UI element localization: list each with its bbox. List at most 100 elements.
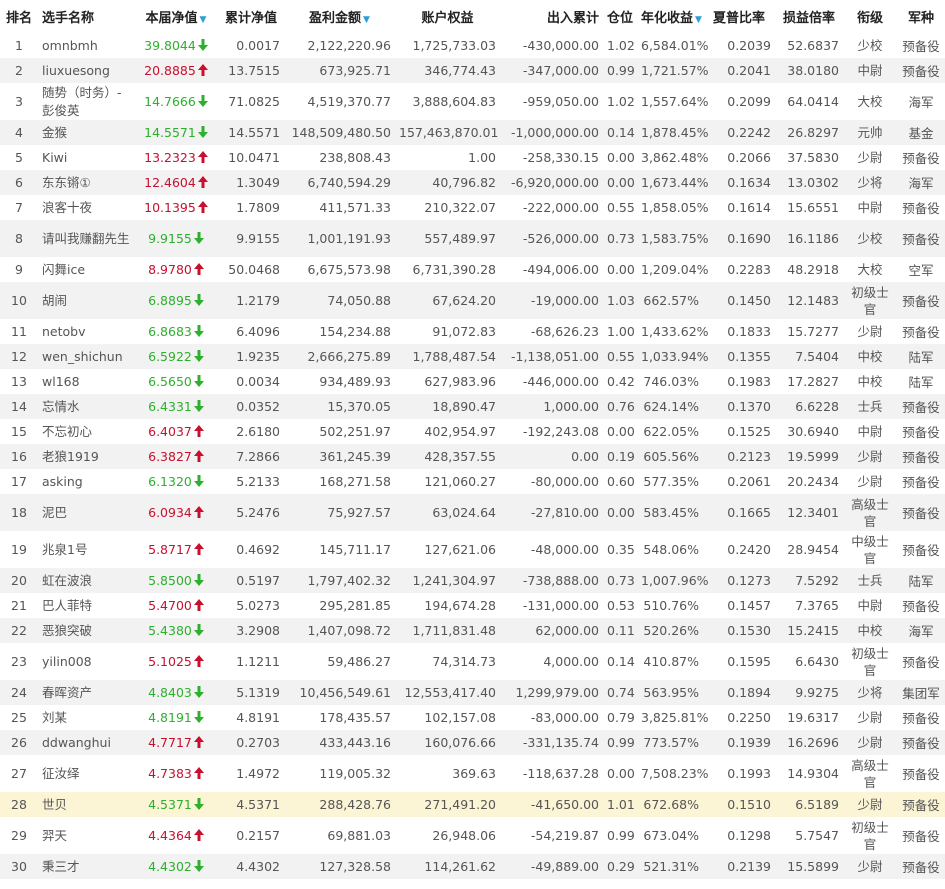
- cell-player-name[interactable]: 忘情水: [38, 394, 134, 419]
- table-row[interactable]: 21 巴人菲特 5.4700 5.0273 295,281.85 194,674.28 -1…: [0, 593, 945, 618]
- cell-player-name[interactable]: 秉三才: [38, 854, 134, 879]
- table-row[interactable]: 10 胡闹 6.8895 1.2179 74,050.88 67,624.20 -19,00…: [0, 282, 945, 319]
- table-row[interactable]: 11 netobv 6.8683 6.4096 154,234.88 91,072.83 -…: [0, 319, 945, 344]
- cell-player-name[interactable]: netobv: [38, 319, 134, 344]
- cell-title: 中尉: [857, 200, 883, 215]
- table-row[interactable]: 22 恶狼突破 5.4380 3.2908 1,407,098.72 1,711,831.…: [0, 618, 945, 643]
- cell-player-name[interactable]: 巴人菲特: [38, 593, 134, 618]
- cell-player-name[interactable]: 世贝: [38, 792, 134, 817]
- cell-cum-nav: 7.2866: [218, 444, 284, 469]
- table-row[interactable]: 19 兆泉1号 5.8717 0.4692 145,711.17 127,621.06 -4…: [0, 531, 945, 568]
- cell-position: 0.74: [603, 680, 637, 705]
- cell-position: 0.76: [603, 394, 637, 419]
- cell-cum-nav: 5.1319: [218, 680, 284, 705]
- nav-value: 9.9155: [148, 231, 192, 246]
- header-equity[interactable]: 账户权益: [395, 0, 500, 33]
- cell-rank: 6: [0, 170, 38, 195]
- cell-player-name[interactable]: 金猴: [38, 120, 134, 145]
- header-sharpe[interactable]: 夏普比率: [703, 0, 775, 33]
- cell-player-name[interactable]: 随势（时务）-彭俊英: [38, 83, 134, 120]
- cell-player-name[interactable]: 泥巴: [38, 494, 134, 531]
- table-row[interactable]: 26 ddwanghui 4.7717 0.2703 433,443.16 160,076…: [0, 730, 945, 755]
- cell-branch: 预备役: [902, 475, 940, 490]
- table-row[interactable]: 29 羿天 4.4364 0.2157 69,881.03 26,948.06 -54,21…: [0, 817, 945, 854]
- table-row[interactable]: 5 Kiwi 13.2323 10.0471 238,808.43 1.00 -258,33…: [0, 145, 945, 170]
- cell-player-name[interactable]: 浪客十夜: [38, 195, 134, 220]
- cell-player-name[interactable]: 东东锵①: [38, 170, 134, 195]
- header-name[interactable]: 选手名称: [38, 0, 134, 33]
- cell-player-name[interactable]: liuxuesong: [38, 58, 134, 83]
- header-annual[interactable]: 年化收益 ▼: [637, 0, 703, 33]
- header-title[interactable]: 衔级: [843, 0, 897, 33]
- cell-player-name[interactable]: omnbmh: [38, 33, 134, 58]
- nav-value: 14.5571: [144, 125, 196, 140]
- table-row[interactable]: 28 世贝 4.5371 4.5371 288,428.76 271,491.20 -41,…: [0, 792, 945, 817]
- header-branch[interactable]: 军种: [897, 0, 945, 33]
- cell-annual: 7,508.23%: [641, 766, 709, 781]
- cell-player-name[interactable]: 羿天: [38, 817, 134, 854]
- table-row[interactable]: 3 随势（时务）-彭俊英 14.7666 71.0825 4,519,370.77 3,8…: [0, 83, 945, 120]
- header-nav[interactable]: 本届净值 ▼: [134, 0, 218, 33]
- header-position[interactable]: 仓位: [603, 0, 637, 33]
- table-row[interactable]: 24 春晖资产 4.8403 5.1319 10,456,549.61 12,553,41…: [0, 680, 945, 705]
- cell-annual: 563.95%: [637, 680, 703, 705]
- cell-player-name[interactable]: 征汝绎: [38, 755, 134, 792]
- cell-equity: 91,072.83: [432, 324, 496, 339]
- table-row[interactable]: 12 wen_shichun 6.5922 1.9235 2,666,275.89 1,7…: [0, 344, 945, 369]
- arrow-up-icon: [193, 736, 204, 748]
- cell-equity: 1,241,304.97: [395, 568, 500, 593]
- sort-down-icon[interactable]: ▼: [363, 15, 370, 25]
- cell-rank: 23: [11, 654, 27, 669]
- arrow-down-icon: [193, 624, 204, 636]
- cell-player-name[interactable]: 请叫我赚翻先生: [38, 220, 134, 257]
- table-row[interactable]: 14 忘情水 6.4331 0.0352 15,370.05 18,890.47 1,000…: [0, 394, 945, 419]
- header-rank[interactable]: 排名: [0, 0, 38, 33]
- table-row[interactable]: 25 刘某 4.8191 4.8191 178,435.57 102,157.08 -83,…: [0, 705, 945, 730]
- cell-player-name[interactable]: 春晖资产: [38, 680, 134, 705]
- header-profit[interactable]: 盈利金额 ▼: [284, 0, 395, 33]
- arrow-up-icon: [193, 506, 204, 518]
- header-cum-nav[interactable]: 累计净值: [218, 0, 284, 33]
- cell-player-name[interactable]: wl168: [38, 369, 134, 394]
- cell-player-name[interactable]: 刘某: [38, 705, 134, 730]
- table-row[interactable]: 7 浪客十夜 10.1395 1.7809 411,571.33 210,322.07 -2…: [0, 195, 945, 220]
- cell-player-name[interactable]: 老狼1919: [38, 444, 134, 469]
- cell-nav: 8.9780: [134, 257, 218, 282]
- table-row[interactable]: 30 秉三才 4.4302 4.4302 127,328.58 114,261.62 -49…: [0, 854, 945, 879]
- cell-player-name[interactable]: 胡闹: [38, 282, 134, 319]
- nav-value: 4.4302: [148, 859, 192, 874]
- cell-player-name[interactable]: wen_shichun: [38, 344, 134, 369]
- cell-player-name[interactable]: Kiwi: [38, 145, 134, 170]
- header-flow[interactable]: 出入累计: [500, 0, 603, 33]
- table-row[interactable]: 23 yilin008 5.1025 1.1211 59,486.27 74,314.73…: [0, 643, 945, 680]
- table-row[interactable]: 13 wl168 6.5650 0.0034 934,489.93 627,983.96 -…: [0, 369, 945, 394]
- nav-value: 5.4380: [148, 623, 192, 638]
- cell-player-name[interactable]: asking: [38, 469, 134, 494]
- table-row[interactable]: 8 请叫我赚翻先生 9.9155 9.9155 1,001,191.93 557,489.…: [0, 220, 945, 257]
- table-row[interactable]: 27 征汝绎 4.7383 1.4972 119,005.32 369.63 -118,63…: [0, 755, 945, 792]
- cell-player-name[interactable]: 恶狼突破: [38, 618, 134, 643]
- cell-position: 1.01: [603, 792, 637, 817]
- sort-down-icon[interactable]: ▼: [695, 15, 702, 25]
- cell-player-name[interactable]: 虹在波浪: [38, 568, 134, 593]
- table-row[interactable]: 6 东东锵① 12.4604 1.3049 6,740,594.29 40,796.82-…: [0, 170, 945, 195]
- table-row[interactable]: 1 omnbmh 39.8044 0.0017 2,122,220.96 1,725,73…: [0, 33, 945, 58]
- cell-profit: 238,808.43: [319, 150, 391, 165]
- header-pl-ratio[interactable]: 损益倍率: [775, 0, 843, 33]
- sort-down-icon[interactable]: ▼: [200, 15, 207, 25]
- table-row[interactable]: 15 不忘初心 6.4037 2.6180 502,251.97 402,954.97 -1…: [0, 419, 945, 444]
- table-row[interactable]: 16 老狼1919 6.3827 7.2866 361,245.39 428,357.55…: [0, 444, 945, 469]
- cell-player-name[interactable]: 不忘初心: [38, 419, 134, 444]
- table-row[interactable]: 20 虹在波浪 5.8500 0.5197 1,797,402.32 1,241,304.…: [0, 568, 945, 593]
- table-row[interactable]: 2 liuxuesong 20.8885 13.7515 673,925.71 346,7…: [0, 58, 945, 83]
- cell-flow: -494,006.00: [522, 262, 599, 277]
- cell-player-name[interactable]: yilin008: [38, 643, 134, 680]
- cell-player-name[interactable]: ddwanghui: [38, 730, 134, 755]
- cell-player-name[interactable]: 闪舞ice: [38, 257, 134, 282]
- table-row[interactable]: 9 闪舞ice 8.9780 50.0468 6,675,573.98 6,731,390…: [0, 257, 945, 282]
- table-row[interactable]: 17 asking 6.1320 5.2133 168,271.58 121,060.27…: [0, 469, 945, 494]
- nav-value: 6.5650: [148, 374, 192, 389]
- table-row[interactable]: 18 泥巴 6.0934 5.2476 75,927.57 63,024.64 -27,81…: [0, 494, 945, 531]
- table-row[interactable]: 4 金猴 14.5571 14.5571 148,509,480.50 157,463,8…: [0, 120, 945, 145]
- cell-player-name[interactable]: 兆泉1号: [38, 531, 134, 568]
